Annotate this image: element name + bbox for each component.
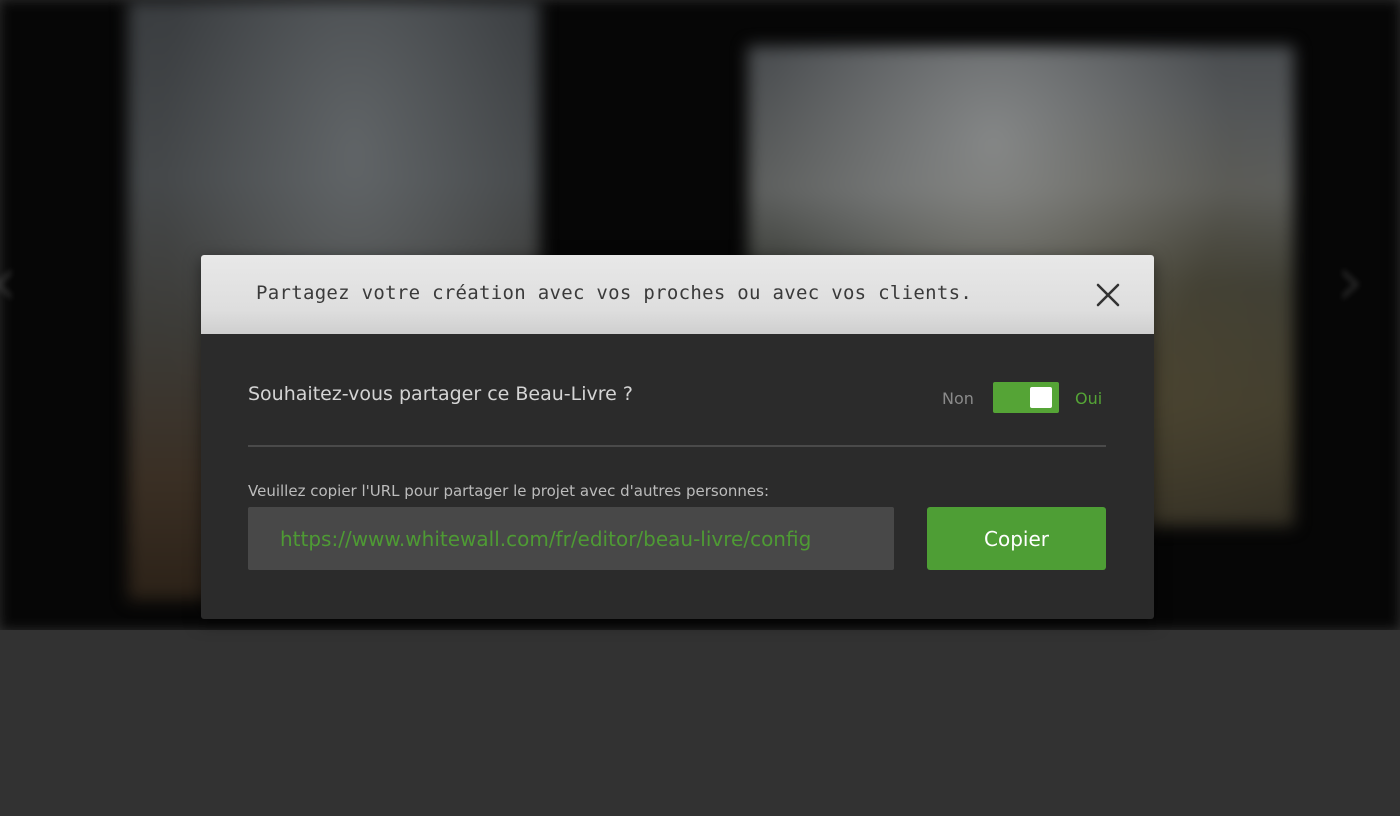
close-button[interactable] bbox=[1094, 281, 1122, 309]
modal-header: Partagez votre création avec vos proches… bbox=[201, 255, 1154, 334]
share-modal: Partagez votre création avec vos proches… bbox=[201, 255, 1154, 619]
chevron-right-icon: › bbox=[1336, 240, 1364, 322]
background-bottom bbox=[0, 630, 1400, 816]
divider bbox=[248, 445, 1106, 447]
share-question: Souhaitez-vous partager ce Beau-Livre ? bbox=[248, 383, 633, 405]
close-icon bbox=[1096, 283, 1120, 307]
share-toggle[interactable] bbox=[993, 382, 1059, 413]
modal-body: Souhaitez-vous partager ce Beau-Livre ? … bbox=[201, 334, 1154, 619]
toggle-on-label: Oui bbox=[1075, 389, 1103, 408]
share-url-field[interactable] bbox=[248, 507, 894, 570]
copy-button[interactable]: Copier bbox=[927, 507, 1106, 570]
toggle-off-label: Non bbox=[942, 389, 974, 408]
toggle-knob bbox=[1030, 387, 1052, 408]
chevron-left-icon: ‹ bbox=[0, 240, 18, 322]
url-instruction: Veuillez copier l'URL pour partager le p… bbox=[248, 482, 770, 500]
modal-title: Partagez votre création avec vos proches… bbox=[256, 282, 973, 304]
